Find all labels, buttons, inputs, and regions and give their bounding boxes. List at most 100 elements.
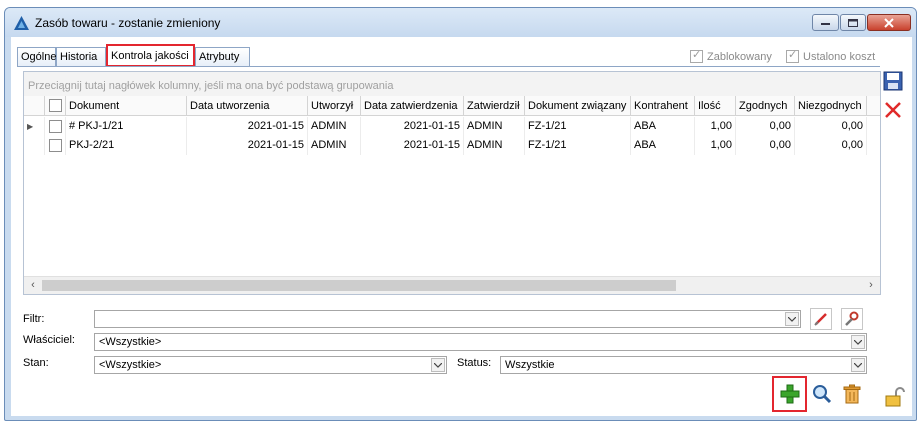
select-all-checkbox[interactable] — [49, 99, 62, 112]
chevron-down-icon[interactable] — [431, 358, 445, 372]
tab-label: Kontrola jakości — [111, 50, 189, 62]
app-logo-icon — [14, 16, 29, 30]
grid-header: Dokument Data utworzenia Utworzył Data z… — [24, 96, 880, 116]
status-value: Wszystkie — [505, 359, 555, 371]
tab-attributes[interactable]: Atrybuty — [195, 47, 250, 67]
state-label: Stan: — [23, 357, 49, 369]
cell-approval-date[interactable]: 2021-01-15 — [361, 117, 464, 136]
cell-compliant[interactable]: 0,00 — [736, 136, 795, 155]
cell-document[interactable]: PKJ-2/21 — [66, 136, 187, 155]
locked-label: Zablokowany — [707, 50, 772, 63]
cell-approval-date[interactable]: 2021-01-15 — [361, 136, 464, 155]
checkbox-box: ✓ — [690, 49, 703, 63]
row-checkbox[interactable] — [49, 139, 62, 152]
cell-contractor[interactable]: ABA — [631, 117, 695, 136]
col-header-related-document[interactable]: Dokument związany — [525, 96, 631, 116]
col-header-created-date[interactable]: Data utworzenia — [187, 96, 308, 116]
col-header-approved-by[interactable]: Zatwierdził — [464, 96, 525, 116]
save-icon — [883, 71, 903, 91]
magnifier-icon — [813, 385, 832, 404]
select-all-cell[interactable] — [45, 96, 66, 116]
filter-builder-button[interactable] — [841, 308, 863, 330]
quality-control-grid: Przeciągnij tutaj nagłówek kolumny, jeśl… — [23, 71, 881, 295]
col-header-noncompliant[interactable]: Niezgodnych — [795, 96, 867, 116]
cell-quantity[interactable]: 1,00 — [695, 117, 736, 136]
cell-created-by[interactable]: ADMIN — [308, 117, 361, 136]
col-header-compliant[interactable]: Zgodnych — [736, 96, 795, 116]
cell-compliant[interactable]: 0,00 — [736, 117, 795, 136]
cancel-button[interactable] — [882, 99, 904, 121]
locked-checkbox[interactable]: ✓ Zablokowany — [690, 49, 772, 63]
tab-label: Atrybuty — [199, 51, 240, 63]
tab-label: Ogólne — [21, 51, 57, 63]
cell-noncompliant[interactable]: 0,00 — [795, 136, 867, 155]
row-indicator — [24, 136, 45, 155]
col-header-contractor[interactable]: Kontrahent — [631, 96, 695, 116]
save-button[interactable] — [882, 70, 904, 92]
cell-related-document[interactable]: FZ-1/21 — [525, 117, 631, 136]
cell-created-by[interactable]: ADMIN — [308, 136, 361, 155]
tab-strip-line — [17, 66, 880, 67]
scroll-right-icon[interactable]: › — [863, 278, 879, 294]
cell-created-date[interactable]: 2021-01-15 — [187, 136, 308, 155]
cell-created-date[interactable]: 2021-01-15 — [187, 117, 308, 136]
minimize-button[interactable] — [812, 14, 839, 31]
cell-document[interactable]: # PKJ-1/21 — [66, 117, 187, 136]
cost-set-checkbox[interactable]: ✓ Ustalono koszt — [786, 49, 876, 63]
dialog-body: Ogólne Historia Kontrola jakości Atrybut… — [11, 37, 912, 416]
clear-filter-button[interactable] — [810, 308, 832, 330]
dialog-window: Zasób towaru - zostanie zmieniony Ogólne… — [4, 7, 917, 421]
maximize-icon — [841, 15, 865, 30]
add-button[interactable] — [778, 382, 802, 406]
unlock-button[interactable] — [884, 386, 906, 408]
tab-general[interactable]: Ogólne — [17, 47, 56, 67]
cost-set-label: Ustalono koszt — [803, 50, 876, 63]
check-icon: ✓ — [788, 49, 798, 61]
horizontal-scrollbar[interactable]: ‹ › — [24, 276, 880, 294]
cell-quantity[interactable]: 1,00 — [695, 136, 736, 155]
minimize-icon — [813, 15, 838, 30]
owner-label: Właściciel: — [23, 334, 75, 346]
row-selector-header — [24, 96, 45, 116]
group-by-panel[interactable]: Przeciągnij tutaj nagłówek kolumny, jeśl… — [24, 72, 880, 96]
col-header-document[interactable]: Dokument — [66, 96, 187, 116]
current-row-arrow-icon: ▶ — [27, 122, 34, 131]
chevron-down-icon[interactable] — [785, 312, 799, 326]
col-header-created-by[interactable]: Utworzył — [308, 96, 361, 116]
owner-select[interactable]: <Wszystkie> — [94, 333, 867, 351]
maximize-button[interactable] — [840, 14, 866, 31]
state-select[interactable]: <Wszystkie> — [94, 356, 447, 374]
filter-wrench-icon — [845, 311, 859, 326]
tab-quality-control[interactable]: Kontrola jakości — [106, 44, 195, 67]
filter-input[interactable] — [94, 310, 801, 328]
row-checkbox-cell[interactable] — [45, 117, 66, 136]
cell-approved-by[interactable]: ADMIN — [464, 117, 525, 136]
delete-button[interactable] — [840, 382, 864, 406]
row-checkbox-cell[interactable] — [45, 136, 66, 155]
cell-approved-by[interactable]: ADMIN — [464, 136, 525, 155]
checkbox-box: ✓ — [786, 49, 799, 63]
preview-button[interactable] — [810, 382, 834, 406]
cell-noncompliant[interactable]: 0,00 — [795, 117, 867, 136]
cell-contractor[interactable]: ABA — [631, 136, 695, 155]
tab-history[interactable]: Historia — [56, 47, 106, 67]
tab-label: Historia — [60, 51, 98, 63]
chevron-down-icon[interactable] — [851, 358, 865, 372]
table-row[interactable]: PKJ-2/21 2021-01-15 ADMIN 2021-01-15 ADM… — [24, 136, 880, 155]
table-row[interactable]: ▶ # PKJ-1/21 2021-01-15 ADMIN 2021-01-15… — [24, 117, 880, 136]
scrollbar-thumb[interactable] — [42, 280, 676, 291]
title-bar[interactable]: Zasób towaru - zostanie zmieniony — [5, 8, 916, 37]
row-indicator: ▶ — [24, 117, 45, 136]
state-value: <Wszystkie> — [99, 359, 162, 371]
chevron-down-icon[interactable] — [851, 335, 865, 349]
padlock-open-icon — [885, 387, 905, 407]
cell-related-document[interactable]: FZ-1/21 — [525, 136, 631, 155]
col-header-quantity[interactable]: Ilość — [695, 96, 736, 116]
status-select[interactable]: Wszystkie — [500, 356, 867, 374]
plus-icon — [780, 384, 800, 404]
close-button[interactable] — [867, 14, 911, 31]
close-icon — [885, 102, 901, 118]
scroll-left-icon[interactable]: ‹ — [25, 278, 41, 294]
row-checkbox[interactable] — [49, 120, 62, 133]
col-header-approval-date[interactable]: Data zatwierdzenia — [361, 96, 464, 116]
